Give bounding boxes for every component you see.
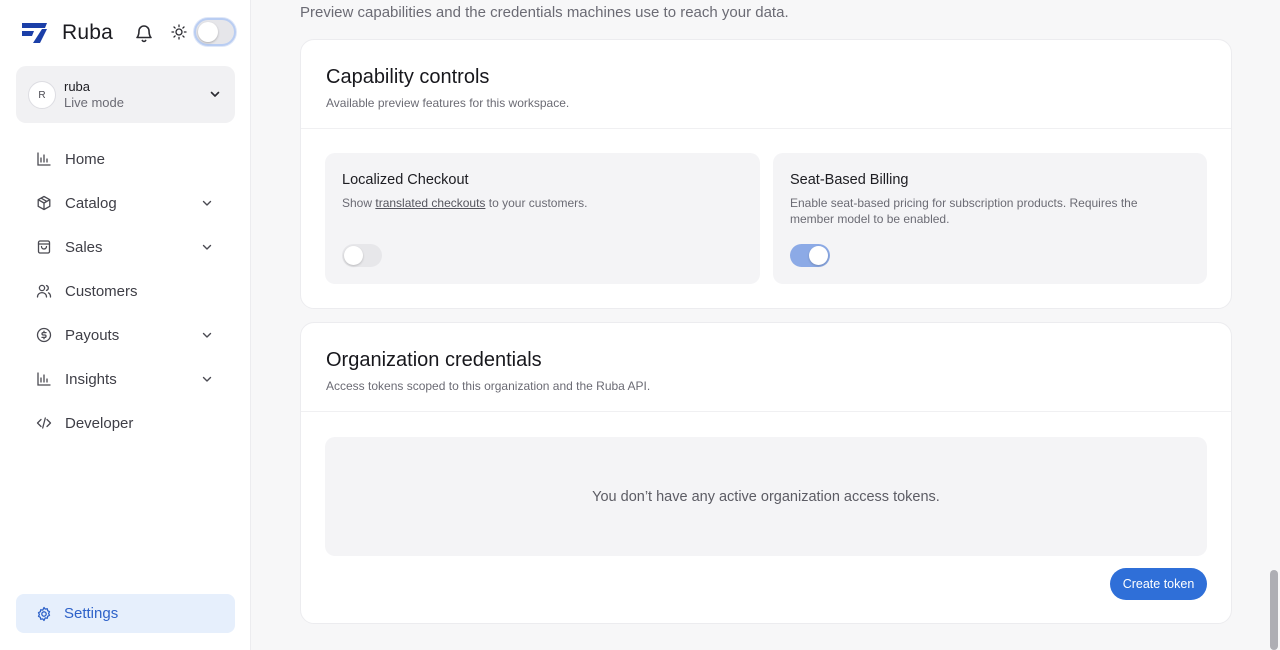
feature-description: Show translated checkouts to your custom… [342, 195, 736, 211]
theme-toggle[interactable] [194, 18, 236, 46]
toggle-knob [809, 246, 828, 265]
sidebar-item-label: Developer [65, 414, 134, 432]
shopping-bag-icon [37, 240, 51, 254]
sidebar-item-settings[interactable]: Settings [16, 594, 235, 633]
bar-chart-icon [37, 372, 51, 386]
localized-checkout-toggle[interactable] [342, 244, 382, 267]
sidebar-item-sales[interactable]: Sales [16, 225, 235, 269]
chevron-down-icon [202, 332, 212, 338]
workspace-avatar: R [28, 81, 56, 109]
workspace-name: ruba [64, 79, 91, 94]
empty-state: You don’t have any active organization a… [325, 437, 1207, 556]
sun-icon [171, 24, 187, 40]
card-description: Available preview features for this work… [326, 96, 570, 110]
box-icon [37, 195, 51, 211]
feature-description: Enable seat-based pricing for subscripti… [790, 196, 1138, 226]
create-token-button[interactable]: Create token [1110, 568, 1207, 600]
sidebar-item-payouts[interactable]: Payouts [16, 313, 235, 357]
code-icon [36, 417, 52, 429]
sidebar-item-label: Payouts [65, 326, 120, 344]
feature-seat-based-billing: Seat-Based Billing Enable seat-based pri… [773, 153, 1207, 284]
divider [301, 128, 1231, 129]
sidebar-nav: Home Catalog Sales Customers Payouts Ins… [16, 137, 235, 445]
sidebar-item-label: Catalog [65, 194, 117, 212]
sidebar-item-label: Settings [64, 605, 119, 622]
workspace-mode: Live mode [64, 95, 124, 110]
theme-toggle-knob [198, 22, 218, 42]
sidebar-item-customers[interactable]: Customers [16, 269, 235, 313]
organization-credentials-card: Organization credentials Access tokens s… [300, 322, 1232, 624]
translated-checkouts-link[interactable]: translated checkouts [375, 196, 485, 210]
chevron-down-icon [202, 244, 212, 250]
card-title: Capability controls [326, 66, 490, 88]
gear-icon [37, 606, 51, 621]
feature-title: Seat-Based Billing [790, 172, 909, 188]
capability-controls-card: Capability controls Available preview fe… [300, 39, 1232, 309]
sidebar-item-insights[interactable]: Insights [16, 357, 235, 401]
card-title: Organization credentials [326, 349, 542, 371]
seat-based-billing-toggle[interactable] [790, 244, 830, 267]
users-icon [36, 284, 52, 298]
chevron-down-icon [202, 200, 212, 206]
feature-description-text: to your customers. [485, 196, 588, 210]
sidebar-item-label: Sales [65, 238, 103, 256]
feature-description-text: Show [342, 196, 376, 210]
sidebar-item-label: Customers [65, 282, 138, 300]
sidebar: Ruba R ruba Live mode Home Catalog Sales… [0, 0, 251, 650]
chevron-down-icon [210, 91, 220, 97]
chevron-down-icon [202, 376, 212, 382]
brand-name: Ruba [62, 21, 114, 44]
brand-row: Ruba [20, 18, 236, 48]
feature-title: Localized Checkout [342, 172, 469, 188]
page-subtitle: Preview capabilities and the credentials… [300, 4, 789, 21]
toggle-knob [344, 246, 363, 265]
sidebar-item-catalog[interactable]: Catalog [16, 181, 235, 225]
workspace-switcher[interactable]: R ruba Live mode [16, 66, 235, 123]
dollar-circle-icon [36, 327, 52, 343]
sidebar-item-home[interactable]: Home [16, 137, 235, 181]
card-description: Access tokens scoped to this organizatio… [326, 379, 651, 393]
empty-state-message: You don’t have any active organization a… [592, 488, 940, 505]
scrollbar-thumb[interactable] [1270, 570, 1278, 650]
feature-localized-checkout: Localized Checkout Show translated check… [325, 153, 760, 284]
bell-icon[interactable] [135, 23, 153, 43]
sidebar-item-label: Insights [65, 370, 117, 388]
sidebar-item-developer[interactable]: Developer [16, 401, 235, 445]
main-content: Preview capabilities and the credentials… [252, 0, 1280, 650]
bar-chart-icon [37, 152, 51, 166]
sidebar-item-label: Home [65, 150, 106, 168]
ruba-logo-icon[interactable] [20, 22, 48, 44]
divider [301, 411, 1231, 412]
